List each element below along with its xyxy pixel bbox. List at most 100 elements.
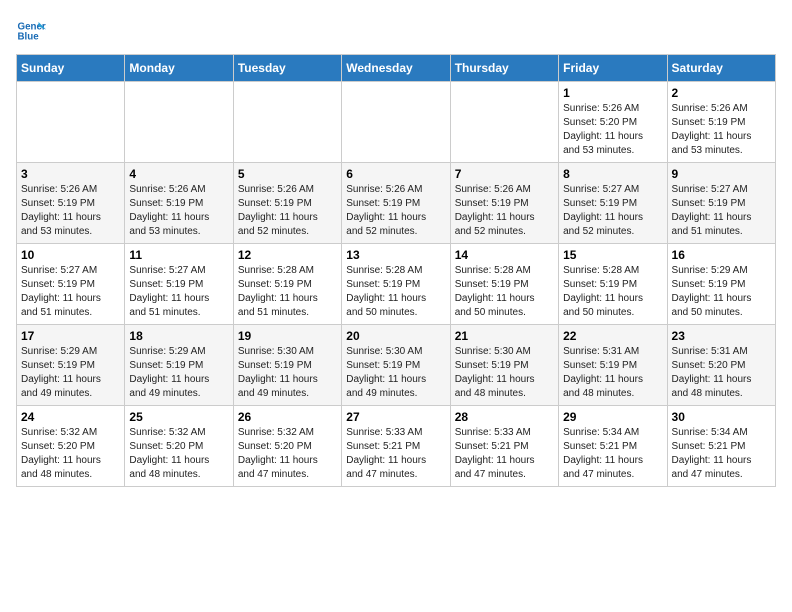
calendar-cell: 29Sunrise: 5:34 AMSunset: 5:21 PMDayligh…	[559, 406, 667, 487]
day-number: 14	[455, 248, 554, 262]
day-info: Sunrise: 5:32 AMSunset: 5:20 PMDaylight:…	[238, 426, 337, 482]
day-info: Sunrise: 5:32 AMSunset: 5:20 PMDaylight:…	[21, 426, 120, 482]
calendar-cell	[17, 82, 125, 163]
day-info: Sunrise: 5:27 AMSunset: 5:19 PMDaylight:…	[672, 183, 771, 239]
day-info: Sunrise: 5:33 AMSunset: 5:21 PMDaylight:…	[455, 426, 554, 482]
day-number: 19	[238, 329, 337, 343]
day-info: Sunrise: 5:29 AMSunset: 5:19 PMDaylight:…	[21, 345, 120, 401]
day-number: 30	[672, 410, 771, 424]
day-number: 27	[346, 410, 445, 424]
calendar-cell: 18 Sunrise: 5:29 AMSunset: 5:19 PMDayligh…	[125, 325, 233, 406]
calendar-week-2: 3 Sunrise: 5:26 AMSunset: 5:19 PMDaylight…	[17, 163, 776, 244]
day-number: 8	[563, 167, 662, 181]
day-number: 18	[129, 329, 228, 343]
calendar-cell: 2 Sunrise: 5:26 AMSunset: 5:19 PMDaylight…	[667, 82, 775, 163]
day-info: Sunrise: 5:27 AMSunset: 5:19 PMDaylight:…	[129, 264, 228, 320]
day-number: 13	[346, 248, 445, 262]
svg-text:Blue: Blue	[18, 31, 40, 42]
calendar-cell: 20Sunrise: 5:30 AMSunset: 5:19 PMDayligh…	[342, 325, 450, 406]
day-number: 6	[346, 167, 445, 181]
day-number: 23	[672, 329, 771, 343]
calendar-week-4: 17 Sunrise: 5:29 AMSunset: 5:19 PMDayligh…	[17, 325, 776, 406]
calendar-cell: 11 Sunrise: 5:27 AMSunset: 5:19 PMDayligh…	[125, 244, 233, 325]
calendar-cell: 4 Sunrise: 5:26 AMSunset: 5:19 PMDaylight…	[125, 163, 233, 244]
calendar-cell: 7Sunrise: 5:26 AMSunset: 5:19 PMDaylight…	[450, 163, 558, 244]
calendar-cell	[125, 82, 233, 163]
day-info: Sunrise: 5:26 AMSunset: 5:20 PMDaylight:…	[563, 102, 662, 158]
day-info: Sunrise: 5:30 AMSunset: 5:19 PMDaylight:…	[238, 345, 337, 401]
column-header-friday: Friday	[559, 55, 667, 82]
day-info: Sunrise: 5:34 AMSunset: 5:21 PMDaylight:…	[672, 426, 771, 482]
column-header-sunday: Sunday	[17, 55, 125, 82]
calendar-cell: 13 Sunrise: 5:28 AMSunset: 5:19 PMDayligh…	[342, 244, 450, 325]
day-info: Sunrise: 5:26 AMSunset: 5:19 PMDaylight:…	[238, 183, 337, 239]
day-info: Sunrise: 5:26 AMSunset: 5:19 PMDaylight:…	[21, 183, 120, 239]
day-info: Sunrise: 5:31 AMSunset: 5:19 PMDaylight:…	[563, 345, 662, 401]
calendar-cell: 6 Sunrise: 5:26 AMSunset: 5:19 PMDaylight…	[342, 163, 450, 244]
calendar-cell: 27 Sunrise: 5:33 AMSunset: 5:21 PMDayligh…	[342, 406, 450, 487]
column-header-saturday: Saturday	[667, 55, 775, 82]
day-number: 26	[238, 410, 337, 424]
day-info: Sunrise: 5:26 AMSunset: 5:19 PMDaylight:…	[129, 183, 228, 239]
day-info: Sunrise: 5:31 AMSunset: 5:20 PMDaylight:…	[672, 345, 771, 401]
calendar-cell: 8Sunrise: 5:27 AMSunset: 5:19 PMDaylight…	[559, 163, 667, 244]
day-info: Sunrise: 5:28 AMSunset: 5:19 PMDaylight:…	[346, 264, 445, 320]
day-number: 3	[21, 167, 120, 181]
day-number: 2	[672, 86, 771, 100]
calendar-cell: 26 Sunrise: 5:32 AMSunset: 5:20 PMDayligh…	[233, 406, 341, 487]
day-number: 15	[563, 248, 662, 262]
column-header-wednesday: Wednesday	[342, 55, 450, 82]
column-header-thursday: Thursday	[450, 55, 558, 82]
day-info: Sunrise: 5:28 AMSunset: 5:19 PMDaylight:…	[455, 264, 554, 320]
calendar-table: SundayMondayTuesdayWednesdayThursdayFrid…	[16, 54, 776, 487]
logo-icon: General Blue	[16, 16, 46, 46]
day-number: 17	[21, 329, 120, 343]
column-header-monday: Monday	[125, 55, 233, 82]
calendar-cell	[342, 82, 450, 163]
calendar-cell	[450, 82, 558, 163]
day-number: 5	[238, 167, 337, 181]
day-info: Sunrise: 5:33 AMSunset: 5:21 PMDaylight:…	[346, 426, 445, 482]
day-number: 1	[563, 86, 662, 100]
calendar-cell: 3 Sunrise: 5:26 AMSunset: 5:19 PMDaylight…	[17, 163, 125, 244]
day-info: Sunrise: 5:29 AMSunset: 5:19 PMDaylight:…	[129, 345, 228, 401]
calendar-cell: 19 Sunrise: 5:30 AMSunset: 5:19 PMDayligh…	[233, 325, 341, 406]
calendar-cell: 28 Sunrise: 5:33 AMSunset: 5:21 PMDayligh…	[450, 406, 558, 487]
calendar-cell: 10 Sunrise: 5:27 AMSunset: 5:19 PMDayligh…	[17, 244, 125, 325]
day-info: Sunrise: 5:26 AMSunset: 5:19 PMDaylight:…	[455, 183, 554, 239]
calendar-cell: 14 Sunrise: 5:28 AMSunset: 5:19 PMDayligh…	[450, 244, 558, 325]
day-info: Sunrise: 5:34 AMSunset: 5:21 PMDaylight:…	[563, 426, 662, 482]
calendar-cell: 15 Sunrise: 5:28 AMSunset: 5:19 PMDayligh…	[559, 244, 667, 325]
calendar-cell: 24 Sunrise: 5:32 AMSunset: 5:20 PMDayligh…	[17, 406, 125, 487]
day-info: Sunrise: 5:28 AMSunset: 5:19 PMDaylight:…	[563, 264, 662, 320]
day-number: 22	[563, 329, 662, 343]
day-number: 25	[129, 410, 228, 424]
calendar-cell: 25 Sunrise: 5:32 AMSunset: 5:20 PMDayligh…	[125, 406, 233, 487]
day-number: 10	[21, 248, 120, 262]
day-number: 11	[129, 248, 228, 262]
calendar-cell	[233, 82, 341, 163]
column-header-tuesday: Tuesday	[233, 55, 341, 82]
day-info: Sunrise: 5:26 AMSunset: 5:19 PMDaylight:…	[346, 183, 445, 239]
calendar-week-3: 10 Sunrise: 5:27 AMSunset: 5:19 PMDayligh…	[17, 244, 776, 325]
calendar-cell: 17 Sunrise: 5:29 AMSunset: 5:19 PMDayligh…	[17, 325, 125, 406]
day-number: 4	[129, 167, 228, 181]
day-number: 28	[455, 410, 554, 424]
page-header: General Blue	[16, 16, 776, 46]
day-info: Sunrise: 5:29 AMSunset: 5:19 PMDaylight:…	[672, 264, 771, 320]
calendar-cell: 5 Sunrise: 5:26 AMSunset: 5:19 PMDaylight…	[233, 163, 341, 244]
day-info: Sunrise: 5:27 AMSunset: 5:19 PMDaylight:…	[21, 264, 120, 320]
day-number: 16	[672, 248, 771, 262]
day-info: Sunrise: 5:32 AMSunset: 5:20 PMDaylight:…	[129, 426, 228, 482]
day-number: 21	[455, 329, 554, 343]
day-info: Sunrise: 5:26 AMSunset: 5:19 PMDaylight:…	[672, 102, 771, 158]
calendar-cell: 9Sunrise: 5:27 AMSunset: 5:19 PMDaylight…	[667, 163, 775, 244]
calendar-cell: 30 Sunrise: 5:34 AMSunset: 5:21 PMDayligh…	[667, 406, 775, 487]
logo: General Blue	[16, 16, 50, 46]
day-number: 24	[21, 410, 120, 424]
day-number: 20	[346, 329, 445, 343]
day-info: Sunrise: 5:28 AMSunset: 5:19 PMDaylight:…	[238, 264, 337, 320]
calendar-cell: 21 Sunrise: 5:30 AMSunset: 5:19 PMDayligh…	[450, 325, 558, 406]
day-info: Sunrise: 5:30 AMSunset: 5:19 PMDaylight:…	[455, 345, 554, 401]
calendar-header: SundayMondayTuesdayWednesdayThursdayFrid…	[17, 55, 776, 82]
